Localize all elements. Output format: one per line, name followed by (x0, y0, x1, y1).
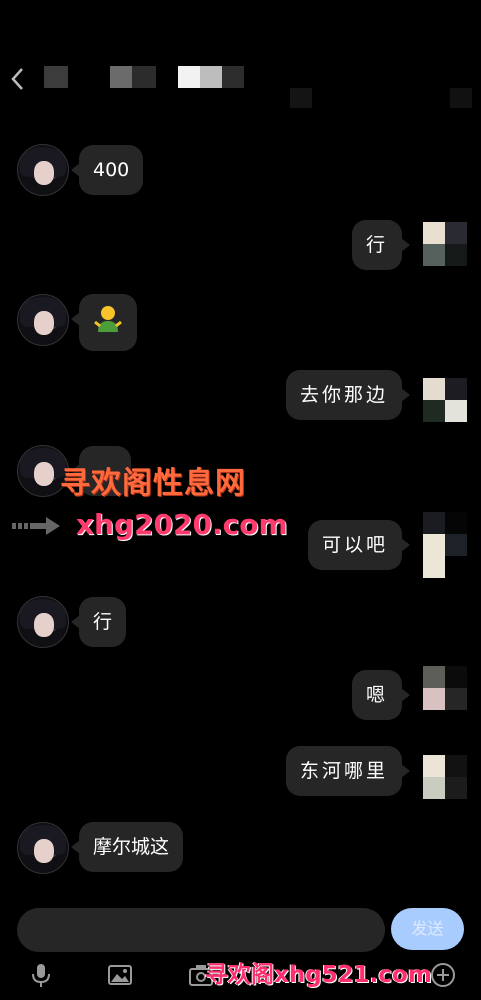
watermark-url: xhg2020.com (76, 508, 288, 541)
message-bubble[interactable]: 嗯 (351, 670, 411, 720)
user-avatar[interactable] (423, 512, 467, 578)
contact-avatar[interactable] (17, 596, 69, 648)
message-input[interactable] (17, 908, 385, 952)
shrug-emoji-icon (94, 306, 122, 332)
message-bubble[interactable]: 摩尔城这 (70, 822, 184, 872)
arrow-right-icon (12, 517, 60, 535)
microphone-icon[interactable] (28, 962, 54, 988)
chat-header (0, 0, 481, 108)
message-bubble[interactable]: 可以吧 (307, 520, 411, 570)
message-bubble[interactable]: 东河哪里 (285, 746, 411, 796)
watermark-bottom: 寻欢阁xhg521.com (205, 962, 432, 988)
user-avatar[interactable] (423, 755, 467, 799)
back-arrow-icon[interactable] (8, 66, 28, 92)
contact-avatar[interactable] (17, 144, 69, 196)
message-bubble[interactable]: 400 (70, 145, 144, 195)
image-icon[interactable] (107, 962, 133, 988)
user-avatar[interactable] (423, 666, 467, 710)
message-bubble[interactable]: 行 (351, 220, 411, 270)
message-bubble[interactable]: 行 (70, 597, 127, 647)
message-bubble[interactable] (71, 294, 137, 351)
message-bubble[interactable]: 去你那边 (285, 370, 411, 420)
user-avatar[interactable] (423, 222, 467, 266)
send-button[interactable]: 发送 (391, 908, 464, 950)
contact-avatar[interactable] (17, 822, 69, 874)
contact-avatar[interactable] (17, 294, 69, 346)
watermark-text: 寻欢阁性息网 (60, 466, 246, 501)
user-avatar[interactable] (423, 378, 467, 422)
plus-icon[interactable] (430, 962, 456, 988)
